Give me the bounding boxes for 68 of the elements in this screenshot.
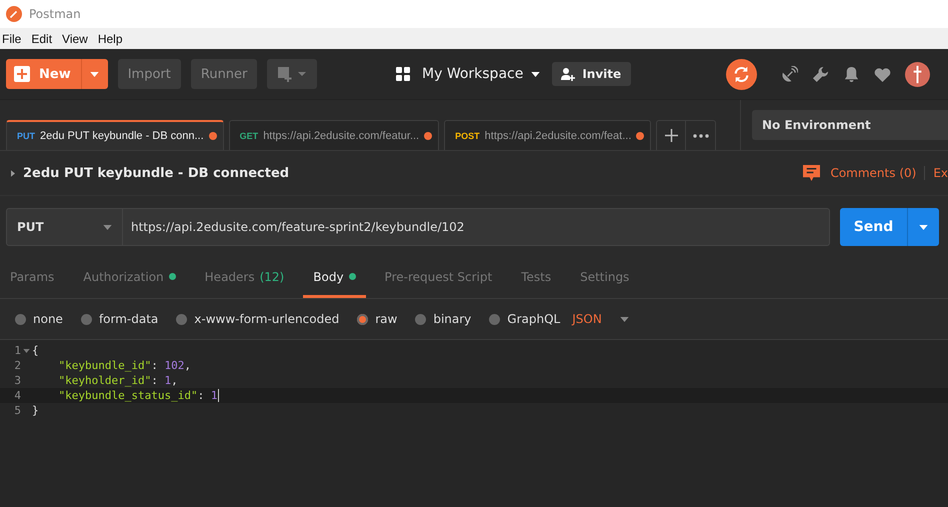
menu-item[interactable]: File (2, 32, 32, 46)
code-punctuation: : (151, 359, 159, 372)
request-tab[interactable]: Body (303, 258, 366, 298)
code-punctuation: { (32, 344, 39, 357)
user-plus-icon (561, 67, 576, 81)
grid-icon (396, 67, 410, 81)
code-number: 1 (164, 374, 172, 387)
caret-icon (531, 72, 540, 76)
code-number: 1 (210, 389, 218, 402)
plus-icon (14, 66, 30, 82)
code-punctuation: , (184, 359, 191, 372)
sync-icon[interactable] (726, 58, 757, 90)
caret-icon (919, 224, 928, 230)
bell-icon[interactable] (843, 66, 860, 82)
radio-option[interactable]: x-www-form-urlencoded (176, 312, 340, 326)
app-logo-icon (6, 6, 22, 22)
text-cursor (218, 389, 220, 402)
caret-icon (90, 72, 100, 76)
export-link[interactable]: Ex (933, 166, 948, 180)
request-tab[interactable]: Headers (12) (194, 258, 294, 298)
workspace-selector[interactable]: My Workspace (422, 66, 524, 82)
window-plus-icon (277, 66, 308, 82)
radio-option[interactable]: form-data (80, 312, 158, 326)
code-key: "keyholder_id" (32, 374, 152, 387)
menu-item[interactable]: View (62, 32, 98, 46)
caret-icon (103, 224, 112, 230)
radio-option[interactable]: raw (357, 312, 398, 326)
code-punctuation: } (32, 404, 39, 417)
line-number: 1 (14, 344, 21, 357)
line-number: 5 (14, 404, 21, 417)
window-title: Postman (29, 7, 81, 21)
invite-button[interactable]: Invite (552, 62, 632, 86)
heart-icon[interactable] (874, 66, 891, 82)
send-button[interactable]: Send (840, 208, 908, 246)
request-tab[interactable]: POST https://api.2edusite.com/feat... (444, 120, 652, 150)
code-number: 102 (164, 359, 184, 372)
request-tab[interactable]: PUT 2edu PUT keybundle - DB conn... (6, 120, 224, 150)
expand-icon[interactable] (11, 170, 15, 176)
avatar-icon[interactable] (905, 62, 930, 86)
radio-option[interactable]: binary (415, 312, 472, 326)
request-tab[interactable]: GET https://api.2edusite.com/featur... (228, 120, 440, 150)
plus-icon (664, 129, 678, 142)
code-key: "keybundle_status_id" (32, 389, 198, 402)
radio-option[interactable]: none (15, 312, 63, 326)
fold-icon[interactable] (23, 348, 30, 352)
comment-icon (803, 164, 820, 182)
caret-icon (620, 316, 629, 322)
code-key: "keybundle_id" (32, 359, 152, 372)
format-select[interactable]: JSON (572, 312, 629, 326)
satellite-icon[interactable] (781, 66, 798, 82)
code-punctuation: , (171, 374, 178, 387)
wrench-icon[interactable] (812, 66, 829, 82)
method-select[interactable]: PUT (6, 208, 123, 246)
menu-item[interactable]: Help (98, 32, 133, 46)
url-field[interactable]: https://api.2edusite.com/feature-sprint2/keybundle/102 (123, 208, 830, 246)
request-name: 2edu PUT keybundle - DB connected (23, 166, 290, 180)
dropdown-button[interactable] (82, 59, 108, 89)
environment-select[interactable]: No Environment (752, 110, 948, 140)
radio-option[interactable]: GraphQL (489, 312, 560, 326)
line-number: 2 (14, 359, 21, 372)
new-window-button[interactable] (267, 59, 318, 89)
code-punctuation: : (198, 389, 206, 402)
menu-item[interactable]: Edit (31, 32, 62, 46)
line-number: 3 (14, 374, 21, 387)
comments-link[interactable]: Comments (0) (830, 166, 926, 180)
more-icon (692, 134, 709, 138)
code-punctuation: : (151, 374, 159, 387)
line-number: 4 (14, 389, 21, 402)
